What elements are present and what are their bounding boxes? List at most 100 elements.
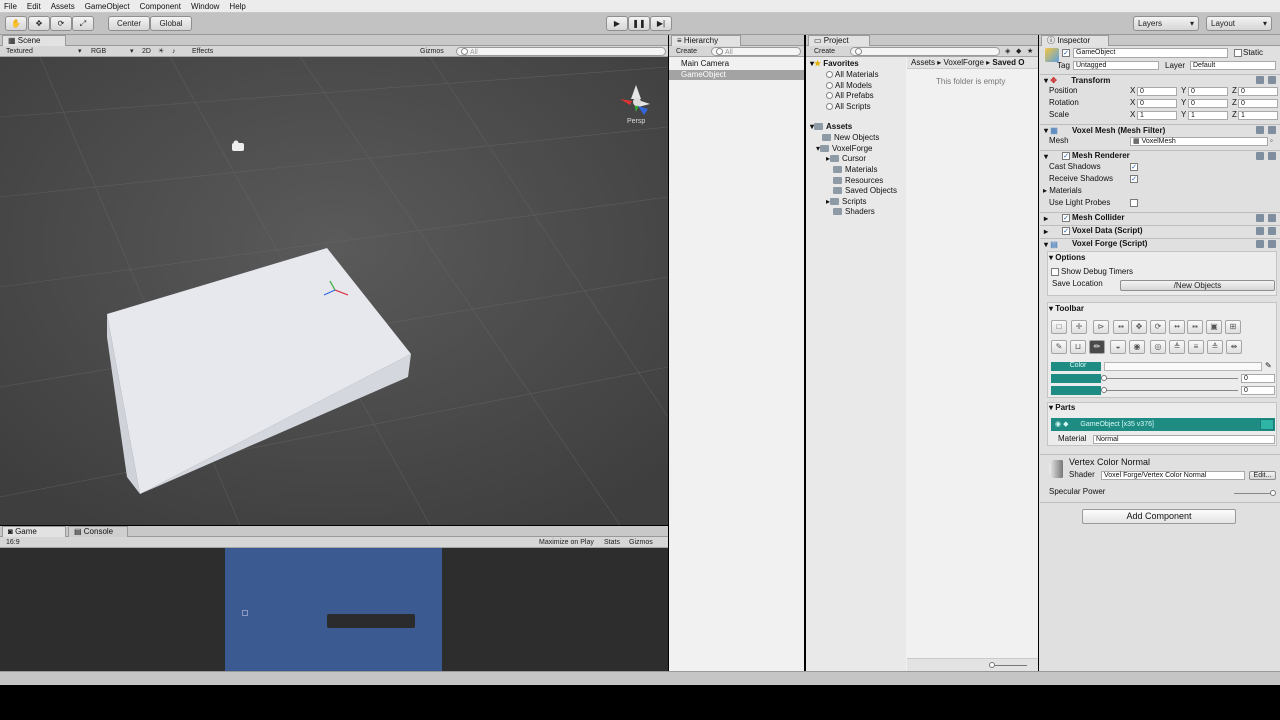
menu-window[interactable]: Window xyxy=(191,2,219,11)
audio-icon[interactable]: ♪ xyxy=(172,47,176,56)
tab-console[interactable]: ▤ Console xyxy=(68,526,128,537)
layer-up-tool-button[interactable]: ≜ xyxy=(1169,340,1185,354)
tree-item-scripts[interactable]: ▸ Scripts xyxy=(826,197,866,207)
move-arrows-button[interactable]: ✥ xyxy=(1131,320,1147,334)
gameobject-active-checkbox[interactable]: ✓ xyxy=(1062,49,1070,57)
breadcrumb-assets[interactable]: Assets xyxy=(911,58,935,67)
project-create-button[interactable]: Create xyxy=(814,47,835,56)
tree-item-shaders[interactable]: Shaders xyxy=(833,207,875,217)
breadcrumb-saved-objects[interactable]: Saved O xyxy=(992,58,1024,67)
menu-help[interactable]: Help xyxy=(229,2,245,11)
favorites-header[interactable]: ▾★ Favorites xyxy=(810,59,859,69)
voxel-data-enabled-checkbox[interactable]: ✓ xyxy=(1062,227,1070,235)
tree-item-cursor[interactable]: ▸ Cursor xyxy=(826,154,866,164)
scale-y-field[interactable]: 1 xyxy=(1188,111,1228,120)
move-voxel-tool-button[interactable]: ✛ xyxy=(1071,320,1087,334)
rotate-voxel-button[interactable]: ⟳ xyxy=(1150,320,1166,334)
fill-row-tool-button[interactable]: ▪▪ xyxy=(1187,320,1203,334)
stack-tool-button[interactable]: ▣ xyxy=(1206,320,1222,334)
effects-dropdown[interactable]: Effects xyxy=(192,47,213,56)
tab-hierarchy[interactable]: ≡ Hierarchy xyxy=(671,35,741,46)
extrude-tool-button[interactable]: ⊳ xyxy=(1093,320,1109,334)
pause-button[interactable]: ❚❚ xyxy=(628,16,650,31)
rotate-tool-button[interactable]: ⟳ xyxy=(50,16,72,31)
pencil-tool-button[interactable]: ✏ xyxy=(1089,340,1105,354)
flatten-tool-button[interactable]: ⇹ xyxy=(1226,340,1242,354)
favorite-star-icon[interactable]: ★ xyxy=(1027,47,1033,56)
tab-project[interactable]: ▭ Project xyxy=(808,35,870,46)
shader-edit-button[interactable]: Edit... xyxy=(1249,471,1276,480)
object-picker-icon[interactable]: ◦ xyxy=(1270,136,1273,146)
brush-tool-button[interactable]: ✎ xyxy=(1051,340,1067,354)
menu-component[interactable]: Component xyxy=(140,2,181,11)
materials-foldout[interactable]: ▸ Materials xyxy=(1043,186,1082,196)
add-component-button[interactable]: Add Component xyxy=(1082,509,1236,524)
options-foldout[interactable]: ▾ Options xyxy=(1049,253,1085,263)
hierarchy-item-gameobject[interactable]: GameObject xyxy=(681,70,726,80)
gear-icon[interactable] xyxy=(1268,126,1276,134)
scale-tool-button[interactable]: ⤢ xyxy=(72,16,94,31)
game-camera-view[interactable] xyxy=(225,548,442,671)
slice-tool-button[interactable]: ▪▪ xyxy=(1113,320,1129,334)
slider-thumb[interactable] xyxy=(989,662,995,668)
pivot-global-button[interactable]: Global xyxy=(150,16,192,31)
favorite-all-materials[interactable]: All Materials xyxy=(826,70,879,80)
light-icon[interactable]: ☀ xyxy=(158,47,164,56)
stats-toggle[interactable]: Stats xyxy=(604,538,620,547)
shading-dropdown[interactable]: Textured xyxy=(6,47,33,56)
move-tool-button[interactable]: ✥ xyxy=(28,16,50,31)
position-x-field[interactable]: 0 xyxy=(1137,87,1177,96)
toolbar-foldout[interactable]: ▾ Toolbar xyxy=(1049,304,1084,314)
project-search-input[interactable] xyxy=(850,47,1000,56)
tab-scene[interactable]: ▦ Scene xyxy=(2,35,66,46)
part-material-dropdown[interactable]: Normal xyxy=(1093,435,1275,444)
scale-z-field[interactable]: 1 xyxy=(1238,111,1278,120)
add-tool-button[interactable]: ⊞ xyxy=(1225,320,1241,334)
sphere-tool-button[interactable]: ◎ xyxy=(1150,340,1166,354)
step-button[interactable]: ▶| xyxy=(650,16,672,31)
maximize-on-play-toggle[interactable]: Maximize on Play xyxy=(539,538,594,547)
tree-item-materials[interactable]: Materials xyxy=(833,165,877,175)
component-help-icon[interactable] xyxy=(1256,227,1264,235)
tag-dropdown[interactable]: Untagged xyxy=(1073,61,1159,70)
eye-tool-button[interactable]: ◉ xyxy=(1129,340,1145,354)
surface-tool-button[interactable]: ◒ xyxy=(1110,340,1126,354)
game-gizmos-dropdown[interactable]: Gizmos xyxy=(629,538,653,547)
rotation-z-field[interactable]: 0 xyxy=(1238,99,1278,108)
position-y-field[interactable]: 0 xyxy=(1188,87,1228,96)
shader-dropdown[interactable]: Voxel Forge/Vertex Color Normal xyxy=(1101,471,1245,480)
hierarchy-create-button[interactable]: Create xyxy=(676,47,697,56)
scene-search-input[interactable]: All xyxy=(456,47,666,56)
favorite-all-prefabs[interactable]: All Prefabs xyxy=(826,91,874,101)
parts-foldout[interactable]: ▾ Parts xyxy=(1049,403,1075,413)
layer-dropdown[interactable]: Default xyxy=(1190,61,1276,70)
breadcrumb-voxelforge[interactable]: VoxelForge xyxy=(943,58,983,67)
tree-item-new-objects[interactable]: New Objects xyxy=(822,133,879,143)
scene-viewport[interactable]: Persp xyxy=(0,57,668,525)
mesh-renderer-enabled-checkbox[interactable]: ✓ xyxy=(1062,152,1070,160)
select-tool-button[interactable]: □ xyxy=(1051,320,1067,334)
menu-assets[interactable]: Assets xyxy=(51,2,75,11)
mesh-collider-enabled-checkbox[interactable]: ✓ xyxy=(1062,214,1070,222)
tree-item-saved-objects[interactable]: Saved Objects xyxy=(833,186,897,196)
static-checkbox[interactable] xyxy=(1234,49,1242,57)
bucket-tool-button[interactable]: ⊔ xyxy=(1070,340,1086,354)
component-help-icon[interactable] xyxy=(1256,152,1264,160)
mesh-filter-header[interactable]: ▾ ▦ Voxel Mesh (Mesh Filter) xyxy=(1040,124,1280,136)
slider-thumb-2[interactable] xyxy=(1101,387,1107,393)
color-field[interactable] xyxy=(1104,362,1262,371)
slider-value-1[interactable]: 0 xyxy=(1241,374,1275,383)
favorite-all-models[interactable]: All Models xyxy=(826,81,872,91)
tree-item-voxelforge[interactable]: ▾ VoxelForge xyxy=(816,144,872,154)
assets-header[interactable]: ▾ Assets xyxy=(810,122,852,132)
layer-mid-tool-button[interactable]: ≡ xyxy=(1188,340,1204,354)
rotation-y-field[interactable]: 0 xyxy=(1188,99,1228,108)
transform-header[interactable]: ▾ ✥ Transform xyxy=(1040,74,1280,86)
layers-dropdown[interactable]: Layers ▾ xyxy=(1133,16,1199,31)
scale-x-field[interactable]: 1 xyxy=(1137,111,1177,120)
slider-thumb-1[interactable] xyxy=(1101,375,1107,381)
gameobject-name-input[interactable]: GameObject xyxy=(1073,48,1228,58)
part-add-icon[interactable] xyxy=(1260,419,1274,430)
gear-icon[interactable] xyxy=(1268,240,1276,248)
component-help-icon[interactable] xyxy=(1256,126,1264,134)
